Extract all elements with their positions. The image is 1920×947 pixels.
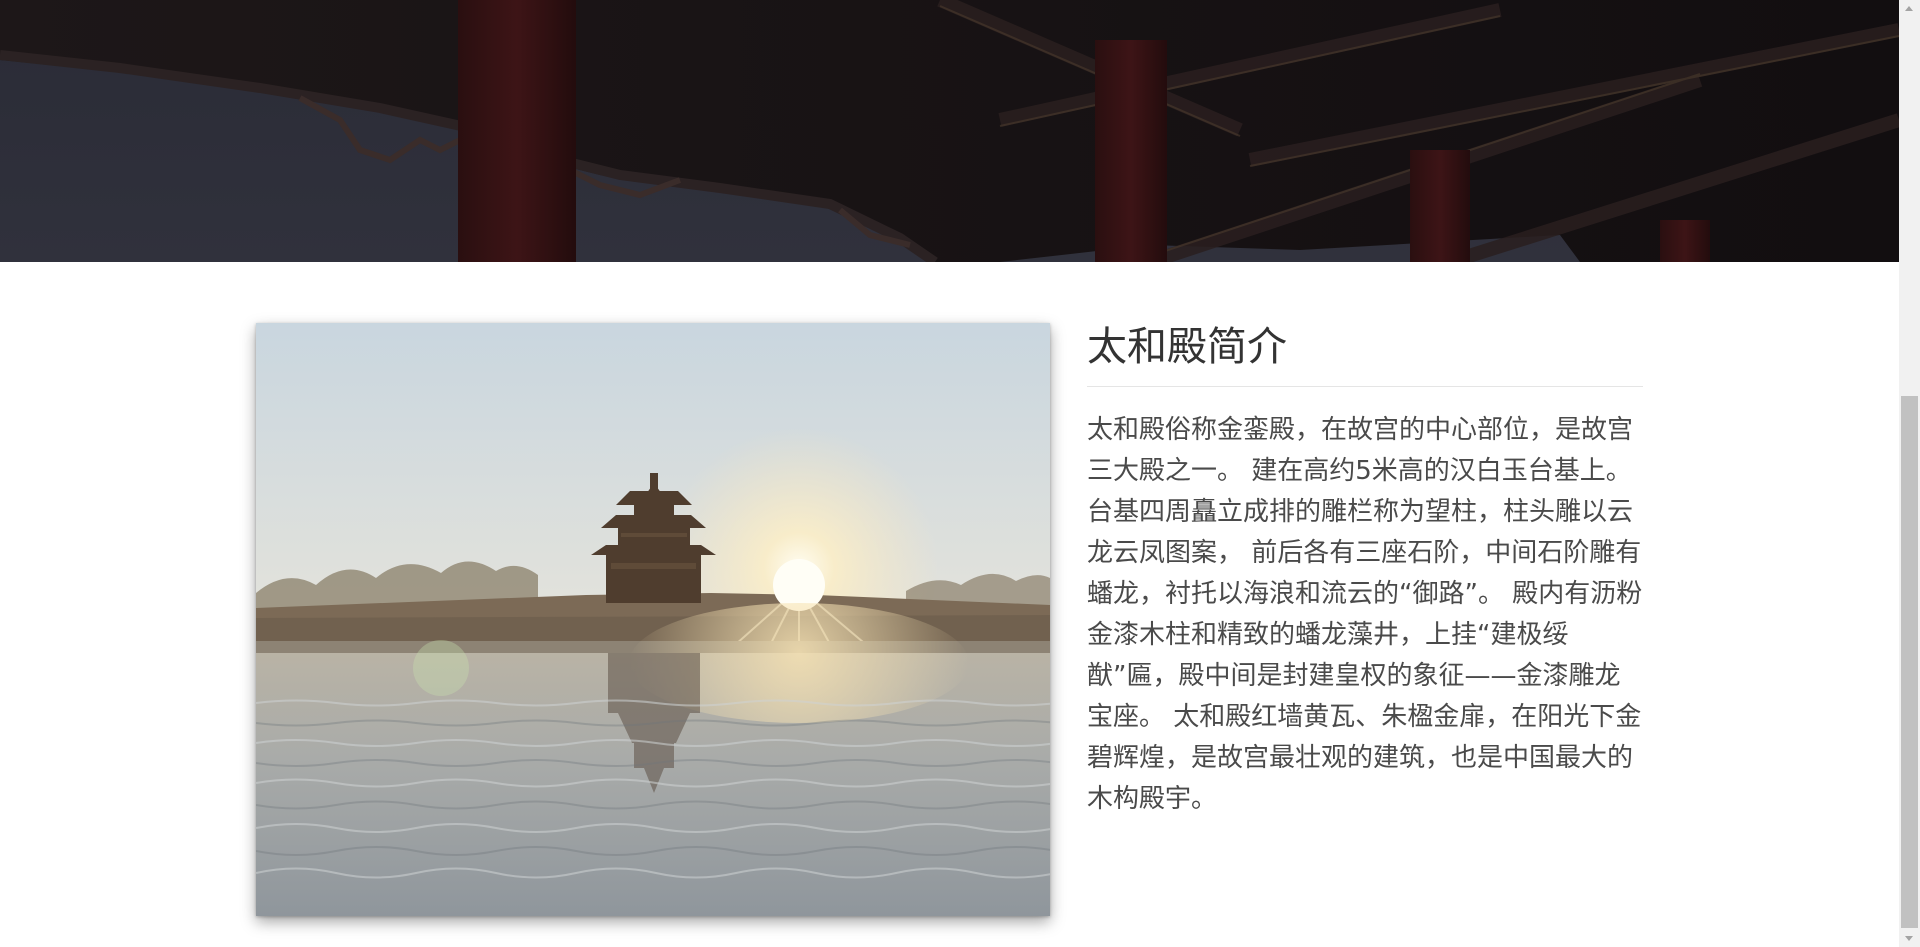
scrollbar-thumb[interactable] — [1901, 396, 1918, 928]
page: 太和殿简介 太和殿俗称金銮殿，在故宫的中心部位，是故宫三大殿之一。 建在高约5米… — [0, 0, 1899, 947]
scroll-down-arrow-icon[interactable] — [1899, 930, 1920, 947]
hero-banner-image — [0, 0, 1899, 262]
article-body: 太和殿俗称金銮殿，在故宫的中心部位，是故宫三大殿之一。 建在高约5米高的汉白玉台… — [1087, 415, 1643, 814]
article-title: 太和殿简介 — [1087, 318, 1643, 387]
article: 太和殿简介 太和殿俗称金銮殿，在故宫的中心部位，是故宫三大殿之一。 建在高约5米… — [1087, 318, 1643, 820]
corner-tower-sunrise-photo — [256, 323, 1050, 916]
scroll-up-arrow-icon[interactable] — [1899, 0, 1920, 17]
vertical-scrollbar[interactable] — [1899, 0, 1920, 947]
